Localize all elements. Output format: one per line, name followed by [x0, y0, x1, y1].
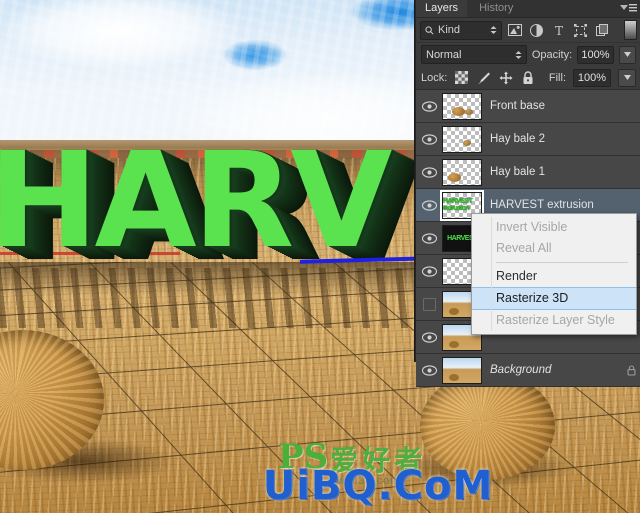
layer-thumbnail[interactable] [442, 92, 482, 120]
tab-history[interactable]: History [470, 0, 522, 17]
layer-thumbnail[interactable] [442, 356, 482, 384]
svg-text:T: T [554, 24, 562, 37]
fill-value[interactable]: 100% [573, 68, 611, 87]
menu-item-rasterize-layer-style[interactable]: Rasterize Layer Style [472, 310, 636, 331]
stepper-icon[interactable] [490, 25, 497, 35]
type-layer-filter-icon[interactable]: T [549, 21, 568, 39]
layer-visibility-toggle[interactable] [416, 288, 442, 320]
menu-icon-gutter [491, 217, 492, 331]
panel-tab-bar: Layers History [416, 0, 640, 18]
layer-thumbnail[interactable] [442, 158, 482, 186]
filter-kind-label: Kind [438, 24, 461, 36]
lock-image-pixels-icon[interactable] [476, 70, 491, 85]
eye-icon [421, 364, 437, 376]
layer-visibility-toggle[interactable] [416, 189, 442, 221]
background-lock-icon [621, 364, 640, 376]
eye-icon [421, 331, 437, 343]
filter-toggle-switch[interactable] [624, 20, 637, 40]
layer-name[interactable]: Hay bale 1 [490, 166, 621, 178]
eye-icon [421, 100, 437, 112]
opacity-value[interactable]: 100% [577, 45, 614, 64]
pixel-layer-filter-icon[interactable] [505, 21, 524, 39]
blend-mode-select[interactable]: Normal [421, 45, 527, 64]
eye-icon [421, 232, 437, 244]
layer-visibility-toggle[interactable] [416, 222, 442, 254]
layer-name[interactable]: Background [490, 364, 621, 376]
menu-item-invert-visible[interactable]: Invert Visible [472, 217, 636, 238]
search-icon [425, 25, 434, 34]
photoshop-screenshot: HARV PS 爱好者 www.3a.com UiBQ.CoM Layers H… [0, 0, 640, 513]
adjustment-layer-filter-icon[interactable] [527, 21, 546, 39]
menu-item-render[interactable]: Render [472, 266, 636, 287]
smart-object-filter-icon[interactable] [593, 21, 612, 39]
table-row[interactable]: Hay bale 1 [416, 156, 640, 189]
fill-label: Fill: [548, 71, 566, 84]
menu-item-reveal-all[interactable]: Reveal All [472, 238, 636, 259]
layer-thumbnail[interactable] [442, 125, 482, 153]
blend-mode-value: Normal [426, 48, 462, 61]
panel-menu-icon[interactable] [619, 3, 637, 14]
opacity-dropdown-icon[interactable] [618, 45, 636, 64]
layer-context-menu[interactable]: Invert Visible Reveal All Render Rasteri… [471, 213, 637, 335]
lock-all-icon[interactable] [520, 70, 535, 85]
fill-dropdown-icon[interactable] [618, 68, 636, 87]
table-row[interactable]: Background [416, 354, 640, 387]
watermark-domain: UiBQ.CoM [262, 463, 494, 509]
stepper-icon[interactable] [515, 50, 522, 60]
eye-off-icon [422, 297, 436, 311]
lock-row: Lock: Fill: 100% [416, 66, 640, 90]
harvest-3d-text: HARV [0, 124, 392, 278]
blend-mode-row: Normal Opacity: 100% [416, 43, 640, 66]
eye-icon [421, 133, 437, 145]
layer-visibility-toggle[interactable] [416, 90, 442, 122]
layer-visibility-toggle[interactable] [416, 255, 442, 287]
lock-label: Lock: [421, 71, 448, 84]
layer-visibility-toggle[interactable] [416, 321, 442, 353]
menu-separator [496, 262, 628, 263]
lock-position-icon[interactable] [498, 70, 513, 85]
layer-visibility-toggle[interactable] [416, 354, 442, 386]
eye-icon [421, 166, 437, 178]
table-row[interactable]: Hay bale 2 [416, 123, 640, 156]
eye-icon [421, 199, 437, 211]
layer-visibility-toggle[interactable] [416, 156, 442, 188]
layer-name[interactable]: Front base [490, 100, 621, 112]
filter-kind-select[interactable]: Kind [420, 20, 502, 40]
layer-name[interactable]: Hay bale 2 [490, 133, 621, 145]
table-row[interactable]: Front base [416, 90, 640, 123]
lock-transparent-pixels-icon[interactable] [454, 70, 469, 85]
opacity-label: Opacity: [531, 48, 573, 61]
layer-visibility-toggle[interactable] [416, 123, 442, 155]
menu-item-rasterize-3d[interactable]: Rasterize 3D [472, 287, 636, 310]
layer-name[interactable]: HARVEST extrusion [490, 199, 621, 211]
tab-layers[interactable]: Layers [416, 0, 468, 17]
layer-filter-row: Kind T [416, 18, 640, 43]
layer-thumbnail-text: HARVEST extrusion [443, 198, 473, 212]
shape-layer-filter-icon[interactable] [571, 21, 590, 39]
eye-icon [421, 265, 437, 277]
